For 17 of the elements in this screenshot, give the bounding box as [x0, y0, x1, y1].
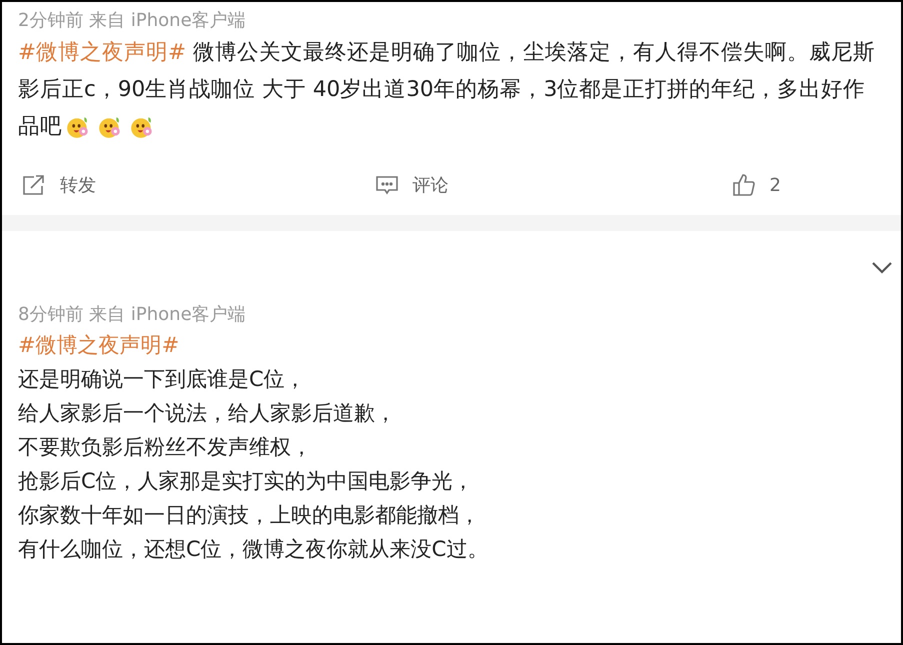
- post-meta: 2分钟前 来自 iPhone客户端: [18, 9, 247, 33]
- post-text-line: 你家数十年如一日的演技，上映的电影都能撤档，: [18, 502, 481, 529]
- comment-button[interactable]: 评论: [370, 173, 452, 197]
- share-icon: [22, 174, 46, 196]
- post-text-line: 有什么咖位，还想C位，微博之夜你就从来没C过。: [18, 536, 490, 563]
- hashtag-link[interactable]: #微博之夜声明#: [18, 40, 186, 65]
- post-text-line: 还是明确说一下到底谁是C位，: [18, 366, 307, 393]
- post-text-line: 给人家影后一个说法，给人家影后道歉，: [18, 400, 397, 427]
- repost-button[interactable]: 转发: [18, 173, 100, 197]
- post-text-line: 抢影后C位，人家那是实打实的为中国电影争光，: [18, 468, 475, 495]
- hashtag-link[interactable]: #微博之夜声明#: [18, 328, 180, 362]
- thumbs-up-icon: [732, 173, 756, 197]
- like-button[interactable]: 2: [728, 173, 785, 197]
- post-meta: 8分钟前 来自 iPhone客户端: [18, 303, 247, 327]
- post-text: #微博之夜声明# 微博公关文最终还是明确了咖位，尘埃落定，有人得不偿失啊。威尼斯影后正c，90生肖战咖位 大于 40岁出道30年的杨幂，3位都是正打拼的年纪，多出好作品吧: [18, 39, 876, 142]
- comment-icon: [374, 174, 398, 196]
- post-text-line: 不要欺负影后粉丝不发声维权，: [18, 434, 313, 461]
